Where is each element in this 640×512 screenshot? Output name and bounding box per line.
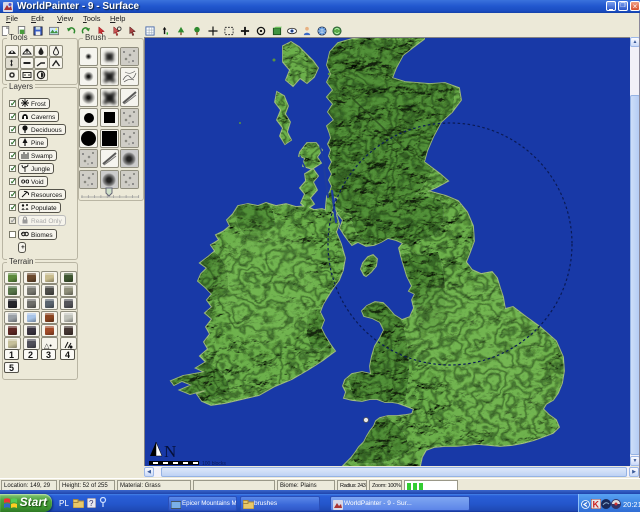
svg-text:oo: oo [21,179,29,186]
svg-text:N: N [164,442,176,461]
svg-text:?: ? [89,499,94,508]
svg-text:K: K [593,500,600,510]
svg-text:100 blocks: 100 blocks [202,461,226,466]
